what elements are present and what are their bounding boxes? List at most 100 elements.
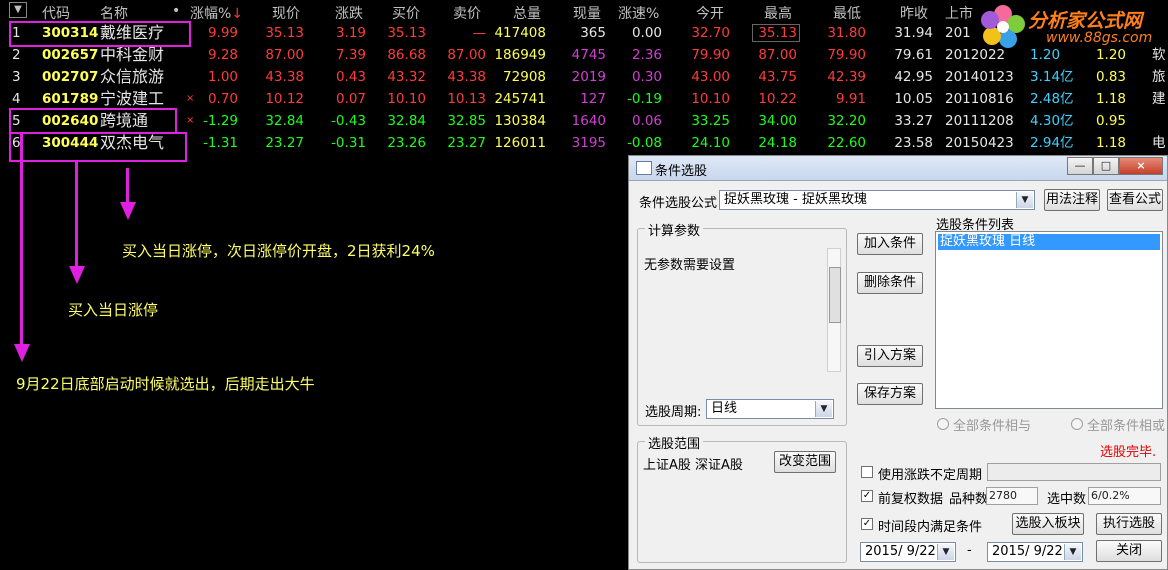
params-scroll-thumb[interactable]	[829, 267, 841, 323]
cell-chg: 0.07	[335, 91, 366, 107]
column-menu-button[interactable]: ▼	[9, 2, 27, 18]
delete-condition-button[interactable]: 删除条件	[857, 272, 923, 294]
cell-ask: 87.00	[447, 47, 486, 63]
col-volume[interactable]: 总量	[513, 3, 541, 23]
cell-price: 43.38	[265, 69, 304, 85]
minimize-button[interactable]: —	[1067, 157, 1093, 175]
col-list-date[interactable]: 上市	[945, 3, 973, 23]
cell-speed: -0.08	[627, 135, 662, 151]
dialog-title: 条件选股	[655, 164, 708, 179]
col-bid[interactable]: 买价	[392, 3, 420, 23]
add-condition-button[interactable]: 加入条件	[857, 233, 923, 255]
cell-low: 42.39	[827, 69, 866, 85]
close-window-button[interactable]: ×	[1119, 157, 1163, 175]
add-to-board-button[interactable]: 选股入板块	[1012, 513, 1084, 535]
annotation-line-1	[126, 168, 129, 202]
time-range-checkbox[interactable]: ✓	[861, 518, 873, 530]
col-cur-vol[interactable]: 现量	[573, 3, 601, 23]
cell-idx: 3	[12, 69, 21, 85]
cell-vol: 186949	[494, 47, 546, 63]
radio-all-or-label: 全部条件相或	[1087, 419, 1166, 434]
cell-shares: 2.94亿	[1030, 135, 1074, 151]
annotation-line-3	[20, 134, 23, 346]
period-select-value: 日线	[711, 401, 738, 416]
col-prev-close[interactable]: 昨收	[900, 3, 928, 23]
condition-list[interactable]: 捉妖黑玫瑰 日线	[935, 231, 1163, 409]
col-chg-pct[interactable]: 涨幅%↓	[190, 3, 243, 23]
table-row[interactable]: 3 002707 众信旅游 1.00 43.38 0.43 43.32 43.38 72908 2…	[0, 66, 1168, 88]
params-scrollbar[interactable]	[827, 248, 841, 372]
col-open[interactable]: 今开	[696, 3, 724, 23]
selected-label: 选中数	[1047, 492, 1087, 507]
cell-prev: 79.61	[894, 47, 933, 63]
col-high[interactable]: 最高	[764, 3, 792, 23]
params-group-title: 计算参数	[645, 220, 704, 239]
col-ask[interactable]: 卖价	[453, 3, 481, 23]
col-chg[interactable]: 涨跌	[335, 3, 363, 23]
save-plan-button[interactable]: 保存方案	[857, 383, 923, 405]
formula-label: 条件选股公式	[639, 196, 718, 211]
variable-period-checkbox[interactable]	[861, 466, 873, 478]
pinwheel-logo-icon	[981, 5, 1025, 48]
cell-chg: 3.19	[335, 25, 366, 41]
chevron-down-icon: ▼	[1016, 192, 1033, 208]
cell-shares: 3.14亿	[1030, 69, 1074, 85]
cell-pe: 1.20	[1095, 47, 1126, 63]
cell-price: 32.84	[265, 113, 304, 129]
highlight-box-row-1	[9, 21, 191, 47]
cell-ask: 43.38	[447, 69, 486, 85]
maximize-button[interactable]: □	[1093, 157, 1119, 175]
col-low[interactable]: 最低	[833, 3, 861, 23]
variable-period-field[interactable]	[987, 463, 1161, 481]
change-range-button[interactable]: 改变范围	[774, 451, 836, 473]
table-row[interactable]: 4 601789 宁波建工 × 0.70 10.12 0.07 10.10 10.13 24574…	[0, 88, 1168, 110]
cell-pe: 0.95	[1095, 113, 1126, 129]
cell-bid: 23.26	[387, 135, 426, 151]
annotation-arrow-1	[120, 202, 136, 220]
cell-list-date: 201	[945, 25, 971, 41]
cell-bid: 32.84	[387, 113, 426, 129]
col-code[interactable]: 代码	[42, 3, 70, 23]
usage-notes-button[interactable]: 用法注释	[1044, 189, 1100, 211]
formula-select[interactable]: 捉妖黑玫瑰 - 捉妖黑玫瑰 ▼	[719, 190, 1035, 210]
col-speed[interactable]: 涨速%	[618, 3, 659, 23]
period-select[interactable]: 日线 ▼	[706, 399, 834, 419]
radio-all-or[interactable]	[1071, 418, 1083, 430]
dialog-titlebar[interactable]: 条件选股 — □ ×	[629, 156, 1167, 181]
cell-bid: 35.13	[387, 25, 426, 41]
cell-cur-vol: 1640	[571, 113, 606, 129]
condition-list-item[interactable]: 捉妖黑玫瑰 日线	[938, 234, 1160, 250]
cell-shares: 2.48亿	[1030, 91, 1074, 107]
cell-high: 10.22	[758, 91, 797, 107]
cell-low: 9.91	[835, 91, 866, 107]
cell-low: 31.80	[827, 25, 866, 41]
col-chg-pct-label: 涨幅%	[190, 6, 232, 22]
chevron-down-icon: ▼	[1064, 544, 1081, 560]
cell-shares: 1.20	[1030, 47, 1061, 63]
date-from-picker[interactable]: 2015/ 9/22 ▼	[860, 542, 956, 562]
radio-all-and-label: 全部条件相与	[953, 419, 1032, 434]
cell-prev: 31.94	[894, 25, 933, 41]
import-plan-button[interactable]: 引入方案	[857, 345, 923, 367]
col-name[interactable]: 名称	[100, 3, 128, 23]
logo-title: 分析家公式网	[1028, 10, 1143, 32]
selected-count: 6/0.2%	[1088, 487, 1161, 505]
radio-all-and[interactable]	[937, 418, 949, 430]
date-to-picker[interactable]: 2015/ 9/22 ▼	[987, 542, 1083, 562]
cell-prev: 42.95	[894, 69, 933, 85]
col-price[interactable]: 现价	[272, 3, 300, 23]
cell-chg-pct: 1.00	[207, 69, 238, 85]
cell-open: 10.10	[691, 91, 730, 107]
cell-list-date: 20150423	[945, 135, 1014, 151]
period-label: 选股周期:	[645, 405, 702, 420]
view-formula-button[interactable]: 查看公式	[1107, 189, 1163, 211]
close-button[interactable]: 关闭	[1096, 540, 1162, 562]
range-group-title: 选股范围	[645, 433, 704, 452]
formula-select-value: 捉妖黑玫瑰 - 捉妖黑玫瑰	[724, 192, 867, 207]
cell-speed: 0.00	[631, 25, 662, 41]
adjusted-data-checkbox[interactable]: ✓	[861, 490, 873, 502]
cell-chg-pct: 0.70	[207, 91, 238, 107]
date-separator: -	[967, 543, 972, 558]
cell-speed: 0.30	[631, 69, 662, 85]
execute-select-button[interactable]: 执行选股	[1096, 513, 1162, 535]
